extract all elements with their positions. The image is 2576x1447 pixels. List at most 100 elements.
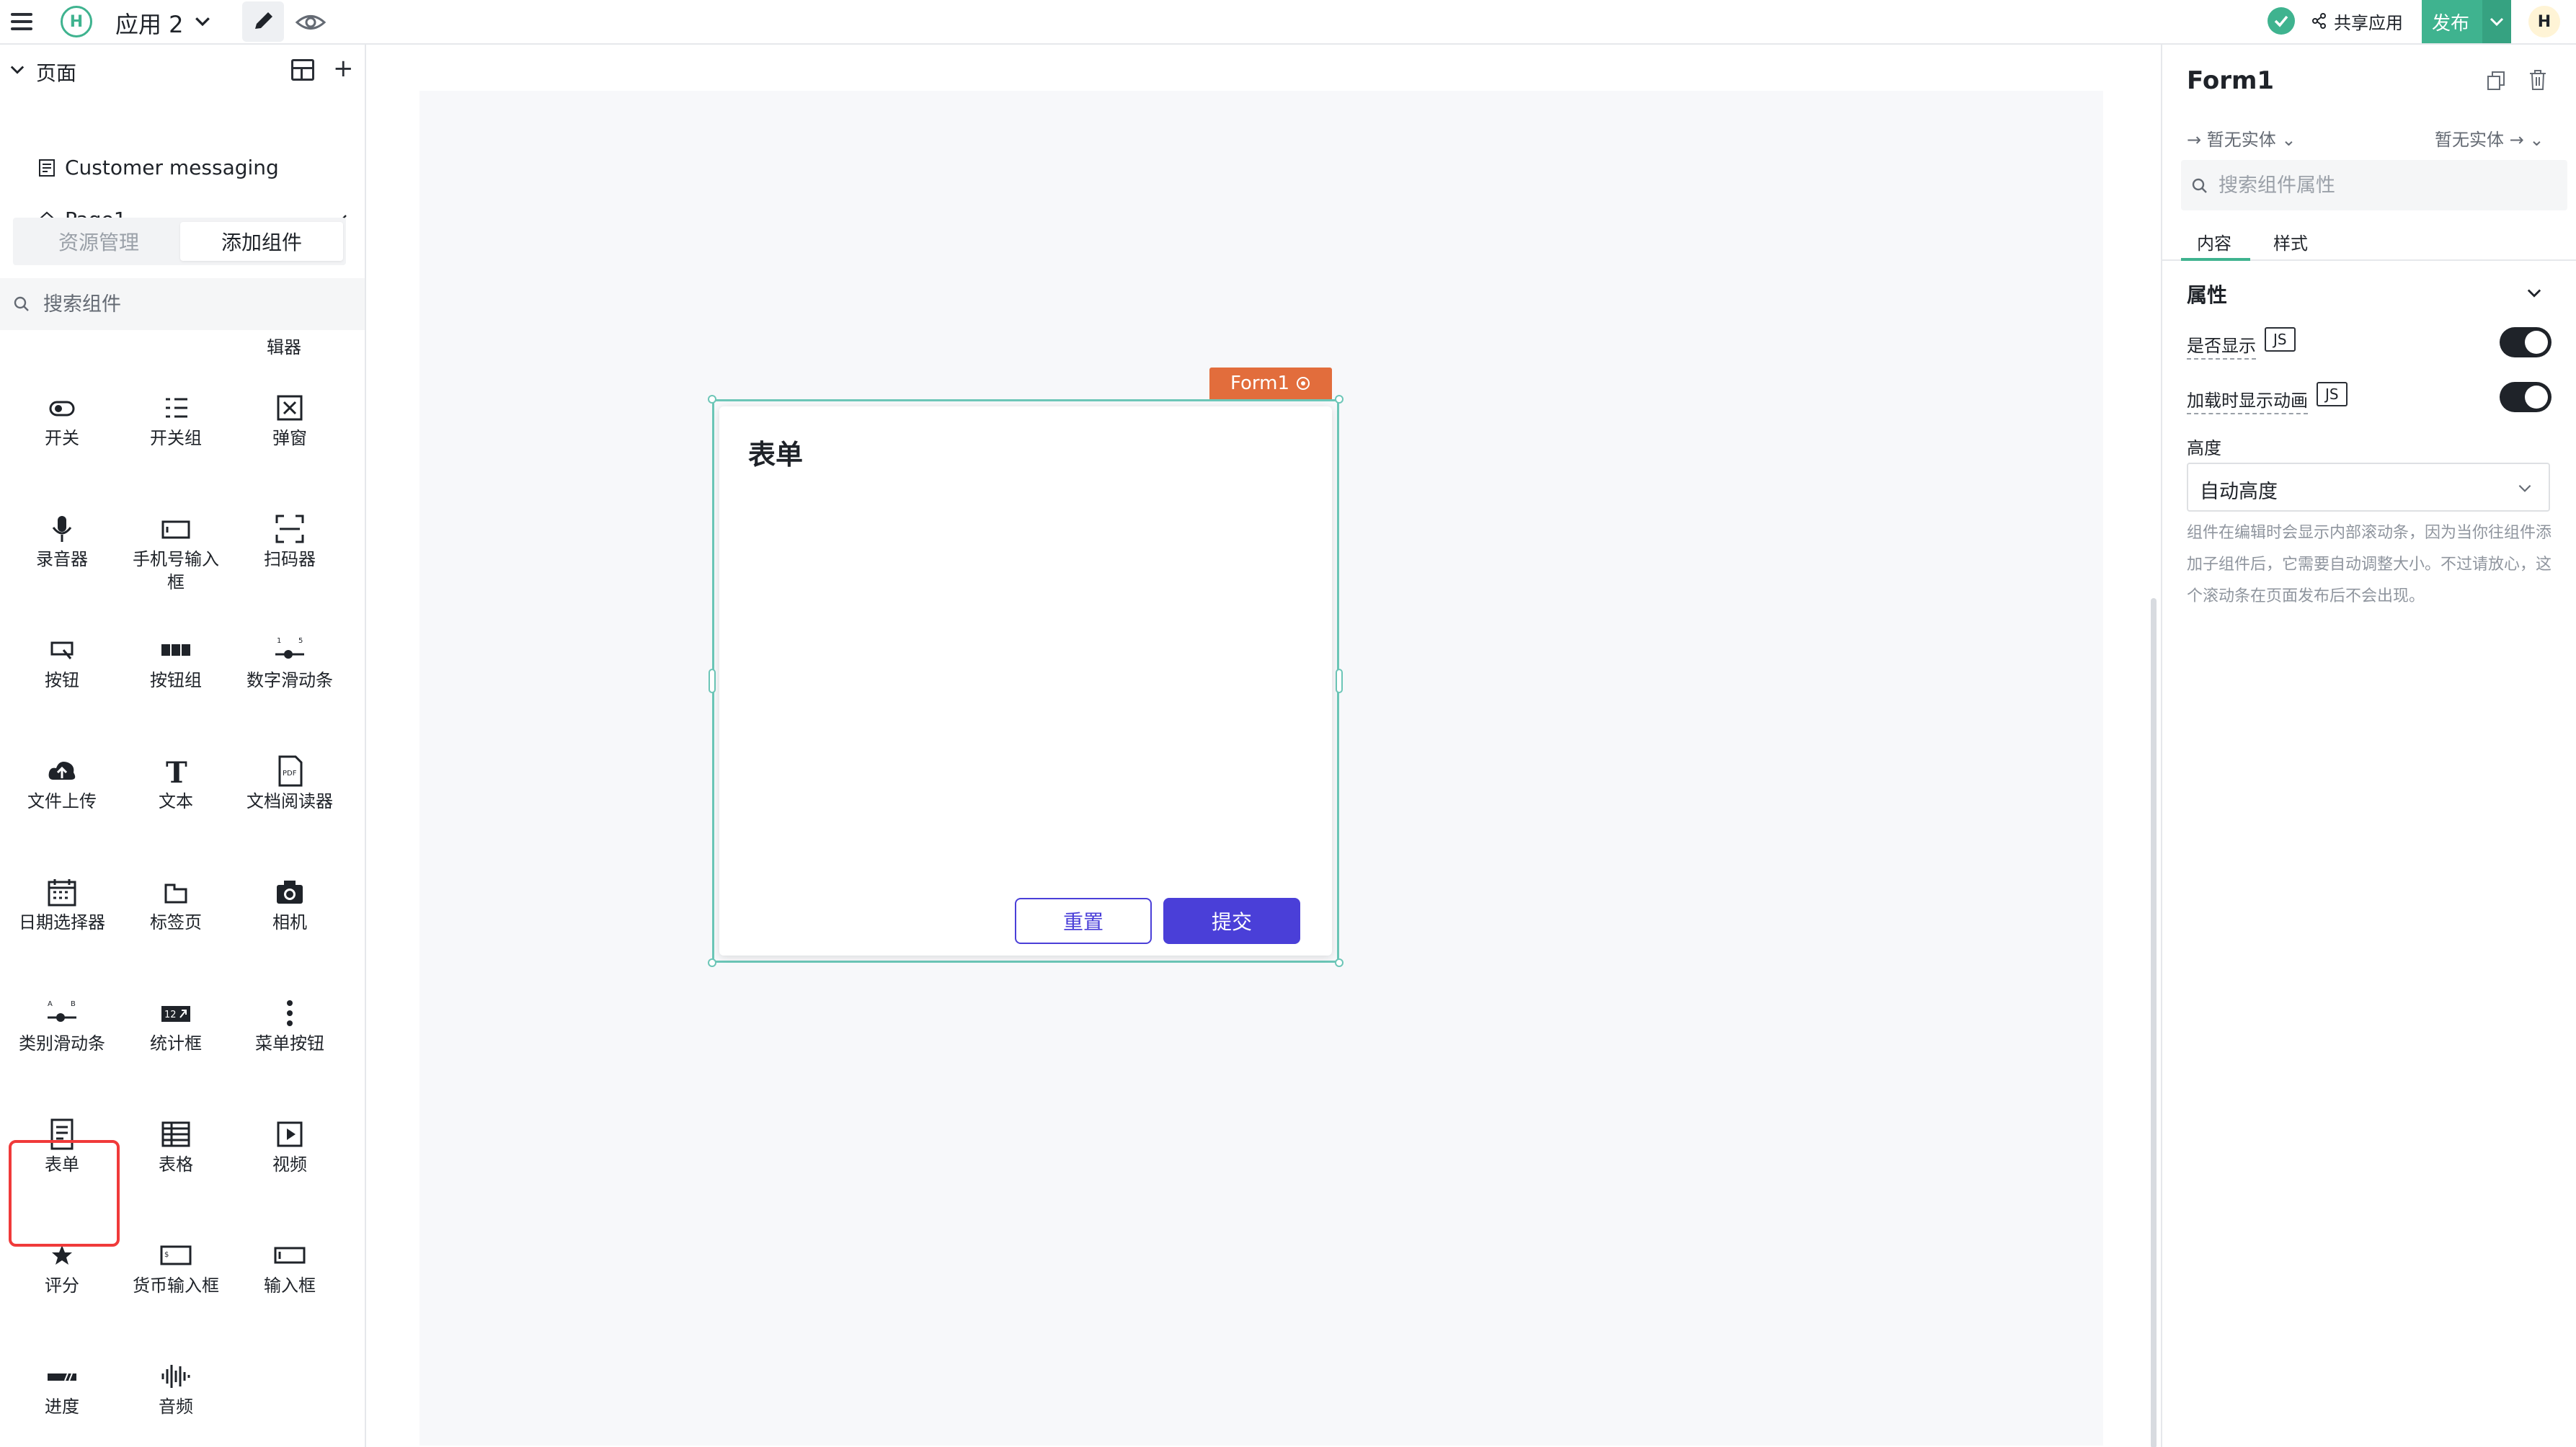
component-item[interactable]: 进度 [4,1361,120,1418]
chevron-down-icon[interactable] [2524,282,2544,303]
component-item[interactable]: 表格 [118,1118,234,1176]
component-item[interactable]: 录音器 [4,513,120,571]
component-item[interactable]: 文件上传 [4,755,120,813]
properties-section-title[interactable]: 属性 [2187,280,2227,308]
component-item[interactable]: 按钮 [4,634,120,692]
trash-icon[interactable] [2528,69,2547,91]
component-item-label: 按钮 [45,670,79,690]
chevron-down-icon[interactable] [7,59,27,79]
resize-handle[interactable] [708,395,716,404]
property-search [2181,160,2567,210]
component-item[interactable]: 弹窗 [232,392,347,450]
svg-text:PDF: PDF [283,770,297,778]
component-item[interactable]: 开关 [4,392,120,450]
inspector-component-name[interactable]: Form1 [2187,66,2274,95]
chevron-down-icon[interactable] [192,10,213,32]
svg-text:T: T [166,756,187,787]
saved-status-icon [2268,7,2295,35]
component-item[interactable]: 1 5 数字滑动条 [232,634,347,692]
page-item-customer-messaging[interactable]: Customer messaging [0,143,365,193]
visible-toggle[interactable] [2500,327,2551,357]
tabs-icon [164,883,187,904]
currency-input-icon: $ [160,1245,192,1265]
canvas-scrollbar[interactable] [2151,598,2157,1447]
component-item-label: 音频 [159,1397,193,1417]
component-item[interactable]: 12 统计框 [118,997,234,1055]
component-item-label: 相机 [272,912,307,932]
entity-selector-left[interactable]: → 暂无实体 ⌄ [2187,125,2296,151]
resize-handle[interactable] [708,958,716,967]
sidebar-tabs: 资源管理 添加组件 [13,218,346,265]
selected-component-name: Form1 [1230,373,1290,394]
svg-text:1: 1 [277,637,281,645]
resize-handle[interactable] [1336,669,1343,693]
tab-style[interactable]: 样式 [2273,229,2308,254]
component-item-label: 文本 [159,791,193,811]
component-label-partial: 辑器 [267,337,301,357]
component-item[interactable]: 输入框 [232,1239,347,1297]
component-item[interactable]: 按钮组 [118,634,234,692]
component-item[interactable]: 音频 [118,1361,234,1418]
eye-icon[interactable] [294,6,327,39]
property-search-input[interactable] [2219,169,2557,202]
component-item[interactable]: PDF 文档阅读器 [232,755,347,813]
loading-animation-toggle[interactable] [2500,382,2551,412]
component-item[interactable]: 手机号输入框 [118,513,234,594]
component-item[interactable]: 标签页 [118,876,234,934]
component-item[interactable]: 开关组 [118,392,234,450]
layout-icon[interactable] [291,59,314,81]
audio-icon [161,1365,190,1388]
component-item-label: 文件上传 [27,791,97,811]
edit-mode-button[interactable] [242,1,284,42]
upload-cloud-icon [48,762,76,780]
component-item-label: 文档阅读器 [247,791,333,811]
resize-handle[interactable] [1335,395,1343,404]
toggle-icon [49,401,75,417]
reset-button[interactable]: 重置 [1015,898,1152,944]
camera-icon [277,881,303,904]
resize-handle[interactable] [709,669,716,693]
copy-icon[interactable] [2487,71,2505,91]
component-item[interactable]: T 文本 [118,755,234,813]
calendar-icon [48,879,76,907]
resize-handle[interactable] [1335,958,1343,967]
prop-label-loading-animation: 加载时显示动画 [2187,386,2308,414]
inspector-tabs: 内容 样式 [2162,221,2576,261]
selected-component-tag[interactable]: Form1 [1209,368,1332,399]
component-item[interactable]: 菜单按钮 [232,997,347,1055]
component-item-label: 菜单按钮 [255,1033,324,1054]
entity-selector-right[interactable]: 暂无实体 → ⌄ [2435,125,2544,151]
component-item[interactable]: A B 类别滑动条 [4,997,120,1055]
component-item[interactable]: 评分 [4,1239,120,1297]
share-app-button[interactable]: 共享应用 [2312,0,2403,42]
js-toggle-badge[interactable]: JS [2265,327,2296,352]
table-icon [161,1121,190,1147]
js-toggle-badge[interactable]: JS [2317,382,2348,406]
svg-text:B: B [71,1000,76,1008]
height-select[interactable]: 自动高度 [2187,463,2550,512]
hamburger-menu-icon[interactable] [9,9,35,35]
component-item-label: 弹窗 [272,428,307,448]
tab-resource-management[interactable]: 资源管理 [17,222,180,261]
component-item[interactable]: 相机 [232,876,347,934]
component-item[interactable]: 视频 [232,1118,347,1176]
component-item[interactable]: $ 货币输入框 [118,1239,234,1297]
app-title[interactable]: 应用 2 [115,6,184,40]
height-help-text: 组件在编辑时会显示内部滚动条，因为当你往组件添加子组件后，它需要自动调整大小。不… [2187,524,2552,605]
form-component[interactable]: 表单 重置 提交 [719,406,1332,956]
toggle-group-icon [166,398,187,418]
user-avatar[interactable]: H [2528,6,2560,37]
component-search-input[interactable] [43,287,346,321]
submit-button[interactable]: 提交 [1163,898,1300,944]
component-item-label: 手机号输入框 [133,549,219,592]
publish-options-button[interactable] [2482,0,2511,43]
tab-add-component[interactable]: 添加组件 [180,222,343,261]
tab-content[interactable]: 内容 [2197,229,2231,254]
component-item[interactable]: 扫码器 [232,513,347,571]
component-item-label: 标签页 [150,912,202,932]
pages-section-header[interactable]: 页面 + [0,45,365,97]
search-icon [2192,178,2207,193]
add-page-icon[interactable]: + [333,56,354,81]
pages-title: 页面 [36,61,77,85]
component-item[interactable]: 日期选择器 [4,876,120,934]
